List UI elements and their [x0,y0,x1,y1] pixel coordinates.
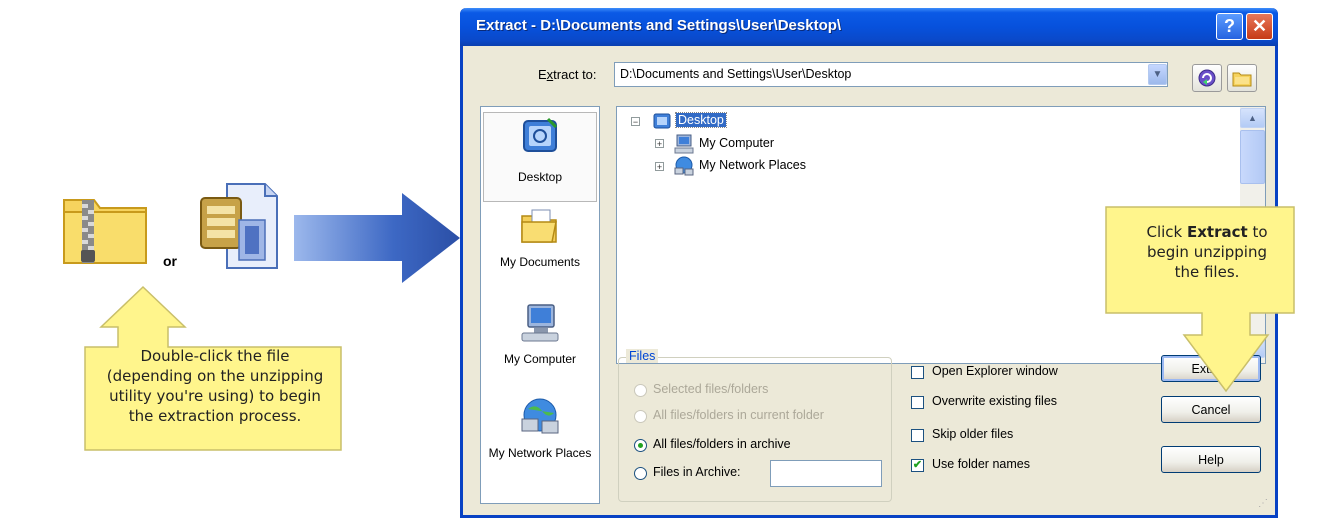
place-my-documents[interactable]: My Documents [483,208,597,278]
help-button[interactable]: Help [1161,446,1261,473]
zip-file-icon [200,183,278,269]
desktop-icon [523,117,558,152]
checkbox-use-folder-names-label: Use folder names [932,457,1030,471]
big-arrow-right-icon [294,193,460,283]
radio-current-folder[interactable] [634,410,647,423]
dialog-title: Extract - D:\Documents and Settings\User… [476,17,842,34]
scroll-up-icon[interactable]: ▲ [1240,108,1265,128]
titlebar-help-button[interactable]: ? [1216,13,1243,40]
place-label: Desktop [517,170,563,184]
radio-files-in-archive-label: Files in Archive: [653,465,741,479]
my-network-places-icon [674,156,694,176]
desktop-icon [653,113,671,129]
callout-line-1: Click Extract to [1146,223,1268,241]
checkbox-use-folder-names[interactable]: ✔ [911,459,924,472]
or-label: or [163,253,177,269]
radio-selected-files[interactable] [634,384,647,397]
extract-path-value: D:\Documents and Settings\User\Desktop [620,67,852,81]
place-desktop[interactable]: Desktop [483,112,597,202]
tree-node-my-computer[interactable]: My Computer [699,136,774,150]
refresh-button[interactable] [1192,64,1222,92]
tree-node-desktop[interactable]: Desktop [675,112,727,128]
cancel-button[interactable]: Cancel [1161,396,1261,423]
place-my-network-places[interactable]: My Network Places [483,395,597,495]
checkbox-skip-older[interactable] [911,429,924,442]
extract-to-label: Extract to: [538,67,597,82]
refresh-icon [1198,69,1216,87]
place-label: My Computer [503,352,577,366]
expand-icon[interactable]: + [655,139,664,149]
place-label: My Network Places [488,446,592,460]
checkbox-open-explorer[interactable] [911,366,924,379]
collapse-icon[interactable]: − [631,117,640,127]
radio-all-in-archive-label: All files/folders in archive [653,437,791,451]
zip-folder-icon [63,199,147,264]
radio-current-folder-label: All files/folders in current folder [653,408,824,422]
new-folder-icon [1232,72,1252,87]
resize-grip-icon[interactable]: ⋰ [1258,498,1268,509]
chevron-down-icon[interactable]: ▼ [1148,64,1167,85]
my-network-places-icon [521,398,559,434]
my-computer-icon [674,134,694,154]
new-folder-button[interactable] [1227,64,1257,92]
expand-icon[interactable]: + [655,162,664,172]
checkbox-open-explorer-label: Open Explorer window [932,364,1058,378]
checkbox-overwrite[interactable] [911,396,924,409]
titlebar-close-button[interactable]: ✕ [1246,13,1273,40]
place-my-computer[interactable]: My Computer [483,303,597,373]
radio-selected-files-label: Selected files/folders [653,382,769,396]
scrollbar-thumb[interactable] [1240,130,1265,184]
place-label: My Documents [499,255,581,269]
files-group-legend: Files [626,349,659,363]
checkbox-overwrite-label: Overwrite existing files [932,394,1058,408]
radio-all-in-archive[interactable] [634,439,647,452]
my-computer-icon [521,304,559,342]
my-documents-icon [521,209,557,243]
tree-node-my-network-places[interactable]: My Network Places [699,158,806,172]
callout-double-click-text: Double-click the file (depending on the … [106,347,324,425]
callout-click-extract-text: Click Extract to begin unzipping the fil… [1108,222,1306,282]
radio-files-in-archive[interactable] [634,467,647,480]
files-in-archive-input[interactable] [770,460,882,487]
checkbox-skip-older-label: Skip older files [932,427,1014,441]
